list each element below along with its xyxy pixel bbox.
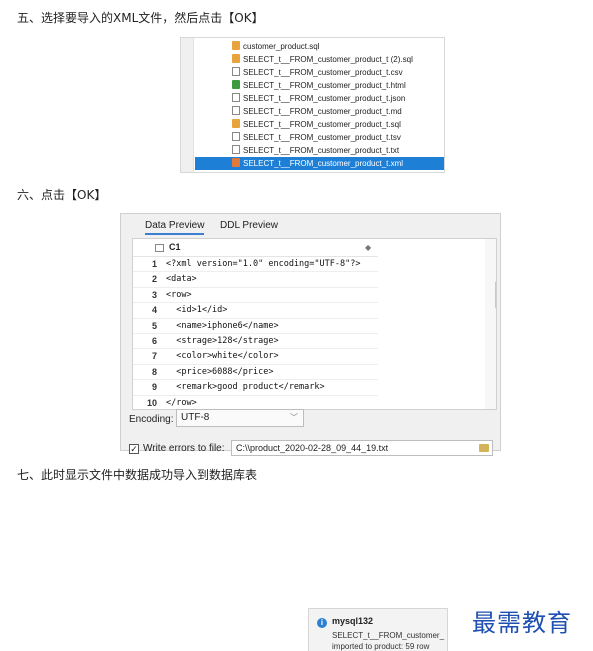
table-row[interactable]: 1 <?xml version="1.0" encoding="UTF-8"?> (133, 257, 378, 273)
row-number: 3 (151, 289, 157, 300)
file-name: SELECT_t__FROM_customer_product_t.csv (243, 68, 403, 77)
notification-line-2: imported to product: 59 row (332, 642, 430, 651)
cell-value: <color>white</color> (166, 351, 279, 362)
table-row[interactable]: 7 <color>white</color> (133, 349, 378, 365)
file-name: SELECT_t__FROM_customer_product_t.md (243, 107, 402, 116)
chevron-down-icon: ﹀ (290, 413, 298, 422)
document-file-icon (232, 93, 240, 102)
sql-file-icon (232, 119, 240, 128)
folder-icon[interactable] (479, 444, 489, 452)
row-number: 4 (151, 305, 157, 316)
row-number: 6 (151, 336, 157, 346)
table-row[interactable]: 6 <strage>128</strage> (133, 334, 378, 350)
file-list-item[interactable]: SELECT_t__FROM_customer_product_t.tsv (232, 131, 444, 144)
cell-value: <price>6088</price> (166, 366, 274, 377)
file-name: SELECT_t__FROM_customer_product_t.txt (243, 146, 400, 155)
notification-line-1: SELECT_t__FROM_customer_ (332, 631, 445, 640)
step-5-heading: 五、选择要导入的XML文件，然后点击【OK】 (17, 11, 264, 25)
cell-value: <row> (166, 289, 192, 300)
import-notification: i mysql132 SELECT_t__FROM_customer_ impo… (308, 608, 448, 651)
cell-value: </row> (166, 397, 197, 408)
table-row[interactable]: 2 <data> (133, 272, 378, 288)
grid-header: C1 ◆ (133, 239, 378, 257)
column-header-c1[interactable]: C1 (169, 239, 181, 256)
sort-icon[interactable]: ◆ (365, 239, 371, 256)
watermark-logo: 最需教育 (472, 609, 572, 637)
tab-ddl-preview[interactable]: DDL Preview (220, 220, 278, 231)
row-number: 7 (151, 351, 157, 362)
tree-gutter (181, 38, 194, 172)
scrollbar-thumb[interactable] (495, 281, 496, 309)
error-file-path-value: C:\\product_2020-02-28_09_44_19.txt (236, 443, 389, 453)
file-list-screenshot: customer_product.sql SELECT_t__FROM_custo… (180, 37, 445, 173)
encoding-select[interactable]: UTF-8 ﹀ (176, 409, 304, 427)
file-list-item[interactable]: SELECT_t__FROM_customer_product_t.html (232, 79, 444, 92)
document-file-icon (232, 106, 240, 115)
cell-value: <strage>128</strage> (166, 336, 279, 346)
file-name: SELECT_t__FROM_customer_product_t.tsv (243, 133, 401, 142)
html-file-icon (232, 80, 240, 89)
file-name: customer_product.sql (243, 42, 320, 51)
cell-value: <remark>good product</remark> (166, 382, 325, 393)
file-list-item[interactable]: SELECT_t__FROM_customer_product_t.json (232, 92, 444, 105)
data-preview-grid: C1 ◆ 1 <?xml version="1.0" encoding="UTF-… (132, 238, 497, 410)
encoding-label: Encoding: (129, 414, 174, 425)
row-number: 5 (151, 320, 157, 331)
row-number: 10 (146, 397, 157, 408)
file-list-item[interactable]: SELECT_t__FROM_customer_product_t.csv (232, 66, 444, 79)
row-number: 1 (151, 259, 157, 269)
file-name: SELECT_t__FROM_customer_product_t.json (243, 94, 406, 103)
vertical-scrollbar[interactable] (485, 239, 496, 409)
table-row[interactable]: 5 <name>iphone6</name> (133, 319, 378, 334)
sql-file-icon (232, 54, 240, 63)
file-list-item[interactable]: SELECT_t__FROM_customer_product_t (2).sq… (232, 53, 444, 66)
file-list-item[interactable]: customer_product.sql (232, 40, 444, 53)
file-name: SELECT_t__FROM_customer_product_t (2).sq… (243, 55, 413, 64)
xml-file-icon (232, 158, 240, 167)
write-errors-label: Write errors to file: (143, 443, 225, 454)
file-name: SELECT_t__FROM_customer_product_t.xml (243, 159, 404, 168)
file-name: SELECT_t__FROM_customer_product_t.html (243, 81, 406, 90)
document-file-icon (232, 67, 240, 76)
cell-value: <data> (166, 274, 197, 285)
tab-data-preview[interactable]: Data Preview (145, 220, 205, 235)
table-row[interactable]: 3 <row> (133, 288, 378, 304)
table-row[interactable]: 8 <price>6088</price> (133, 365, 378, 381)
row-number: 9 (151, 382, 157, 393)
file-name: SELECT_t__FROM_customer_product_t.sql (243, 120, 401, 129)
file-list-item[interactable]: SELECT_t__FROM_customer_product_t.sql (232, 118, 444, 131)
cell-value: <id>1</id> (166, 305, 228, 316)
file-list-item[interactable]: SELECT_t__FROM_customer_product_t.xml (195, 157, 444, 170)
encoding-value: UTF-8 (181, 412, 210, 423)
table-row[interactable]: 10 </row> (133, 396, 378, 409)
notification-title: mysql132 (332, 616, 374, 626)
preview-tabs: Data Preview DDL Preview (121, 214, 500, 238)
import-preview-panel: Data Preview DDL Preview C1 ◆ 1 <?xml ver… (120, 213, 501, 456)
write-errors-checkbox[interactable]: ✓ (129, 444, 139, 454)
file-list-item[interactable]: SELECT_t__FROM_customer_product_t.txt (232, 144, 444, 157)
cell-value: <name>iphone6</name> (166, 320, 279, 331)
table-row[interactable]: 9 <remark>good product</remark> (133, 380, 378, 396)
error-file-path-input[interactable]: C:\\product_2020-02-28_09_44_19.txt (231, 440, 493, 456)
document-file-icon (232, 132, 240, 141)
step-7-heading: 七、此时显示文件中数据成功导入到数据库表 (17, 468, 258, 482)
column-icon (155, 244, 164, 252)
info-icon: i (317, 618, 327, 628)
row-number: 2 (151, 274, 157, 285)
sql-file-icon (232, 41, 240, 50)
step-6-heading: 六、点击【OK】 (17, 188, 107, 202)
row-number: 8 (151, 366, 157, 377)
file-list-item[interactable]: SELECT_t__FROM_customer_product_t.md (232, 105, 444, 118)
cell-value: <?xml version="1.0" encoding="UTF-8"?> (166, 259, 361, 269)
document-file-icon (232, 145, 240, 154)
table-row[interactable]: 4 <id>1</id> (133, 303, 378, 319)
